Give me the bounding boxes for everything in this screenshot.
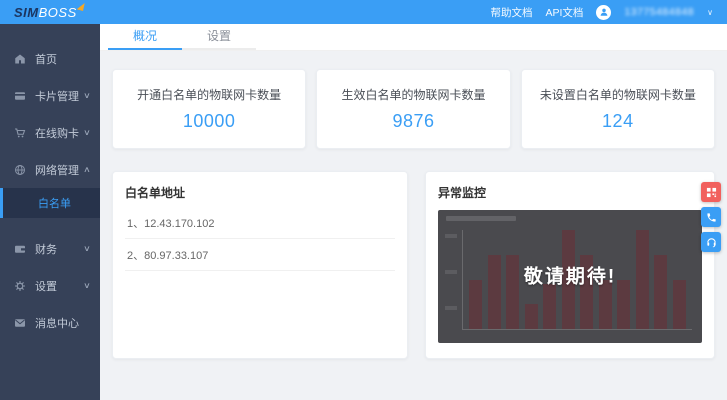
gear-icon: [14, 280, 26, 292]
chart-bar: [524, 304, 538, 329]
phone-contact-button[interactable]: [701, 207, 721, 227]
tab-overview[interactable]: 概况: [108, 24, 182, 50]
user-avatar[interactable]: [596, 4, 612, 20]
stat-label: 开通白名单的物联网卡数量: [137, 88, 282, 102]
stat-card-no-whitelist: 未设置白名单的物联网卡数量 124: [520, 69, 715, 149]
chart-bar: [543, 284, 557, 329]
monitor-panel-title: 异常监控: [438, 186, 487, 200]
tab-bar: 概况 设置: [100, 24, 727, 51]
sim-card-icon: [14, 90, 26, 102]
stat-label: 未设置白名单的物联网卡数量: [539, 88, 696, 102]
api-docs-link[interactable]: API文档: [545, 5, 583, 20]
stat-label: 生效白名单的物联网卡数量: [341, 88, 486, 102]
sidebar-item-label: 财务: [35, 243, 57, 256]
coming-soon-overlay: 敬请期待!: [523, 265, 617, 287]
qrcode-button[interactable]: [701, 182, 721, 202]
chevron-down-icon: ∨: [83, 128, 91, 137]
customer-service-button[interactable]: [701, 232, 721, 252]
phone-icon: [706, 212, 716, 222]
sidebar-item-label: 网络管理: [35, 164, 79, 177]
headset-icon: [706, 237, 716, 247]
whitelist-address-item: 2、80.97.33.107: [125, 239, 395, 271]
whitelist-address-panel: 白名单地址 1、12.43.170.102 2、80.97.33.107: [112, 171, 408, 359]
logo-sim-text: SIM: [14, 4, 39, 20]
cart-icon: [14, 127, 26, 139]
sidebar-item-label: 设置: [35, 280, 57, 293]
whitelist-address-list: 1、12.43.170.102 2、80.97.33.107: [125, 207, 395, 271]
stat-value: 9876: [392, 111, 435, 131]
sidebar-item-card-management[interactable]: 卡片管理 ∨: [0, 77, 100, 114]
main-area: 概况 设置 开通白名单的物联网卡数量 10000 生效白名单的物联网卡数量 98…: [100, 24, 727, 400]
user-menu-chevron-down-icon[interactable]: ∨: [707, 8, 713, 17]
logo-flag-icon: [76, 3, 85, 11]
sidebar-item-label: 卡片管理: [35, 90, 79, 103]
tab-settings[interactable]: 设置: [182, 24, 256, 50]
sidebar-item-settings[interactable]: 设置 ∨: [0, 267, 100, 304]
sidebar-nav: 首页 卡片管理 ∨ 在线购卡 ∨ 网络管理 ∧ 白名单 财务 ∨ 设置 ∨ 消息…: [0, 24, 100, 400]
whitelist-address-item: 1、12.43.170.102: [125, 207, 395, 239]
floating-action-buttons: [701, 182, 721, 252]
wallet-icon: [14, 243, 26, 255]
help-docs-link[interactable]: 帮助文档: [490, 5, 532, 20]
qrcode-icon: [706, 187, 716, 197]
simboss-logo[interactable]: SIM BOSS: [14, 3, 85, 20]
chevron-down-icon: ∨: [83, 91, 91, 100]
home-icon: [14, 53, 26, 65]
mail-icon: [14, 317, 26, 329]
sidebar-subitem-whitelist-active[interactable]: 白名单: [0, 188, 100, 218]
stat-cards-row: 开通白名单的物联网卡数量 10000 生效白名单的物联网卡数量 9876 未设置…: [112, 69, 715, 149]
stat-value: 10000: [182, 111, 236, 131]
chart-faint-tick: [445, 234, 457, 238]
sidebar-item-label: 首页: [35, 53, 57, 66]
stat-card-activated-whitelist: 开通白名单的物联网卡数量 10000: [112, 69, 307, 149]
globe-network-icon: [14, 164, 26, 176]
user-icon: [600, 8, 608, 16]
sidebar-item-label: 在线购卡: [35, 127, 79, 140]
anomaly-monitor-chart: 敬请期待!: [438, 210, 702, 343]
chart-faint-tick: [445, 306, 457, 310]
whitelist-panel-title: 白名单地址: [125, 186, 186, 200]
stat-value: 124: [602, 111, 634, 131]
chevron-down-icon: ∨: [83, 281, 91, 290]
sidebar-item-message-center[interactable]: 消息中心: [0, 304, 100, 341]
top-header: SIM BOSS 帮助文档 API文档 13775484848 ∨: [0, 0, 727, 24]
logo-boss-text: BOSS: [38, 4, 77, 20]
sidebar-subitem-label: 白名单: [38, 198, 71, 210]
sidebar-item-finance[interactable]: 财务 ∨: [0, 230, 100, 267]
anomaly-monitor-panel: 异常监控 敬请期待!: [425, 171, 715, 359]
stat-card-effective-whitelist: 生效白名单的物联网卡数量 9876: [316, 69, 511, 149]
chevron-up-icon: ∧: [83, 165, 91, 174]
sidebar-item-network-management[interactable]: 网络管理 ∧: [0, 151, 100, 188]
sidebar-item-home[interactable]: 首页: [0, 40, 100, 77]
sidebar-item-buy-cards-online[interactable]: 在线购卡 ∨: [0, 114, 100, 151]
chart-faint-title-placeholder: [446, 216, 516, 221]
chevron-down-icon: ∨: [83, 244, 91, 253]
user-phone-number[interactable]: 13775484848: [624, 6, 694, 18]
sidebar-item-label: 消息中心: [35, 317, 79, 330]
